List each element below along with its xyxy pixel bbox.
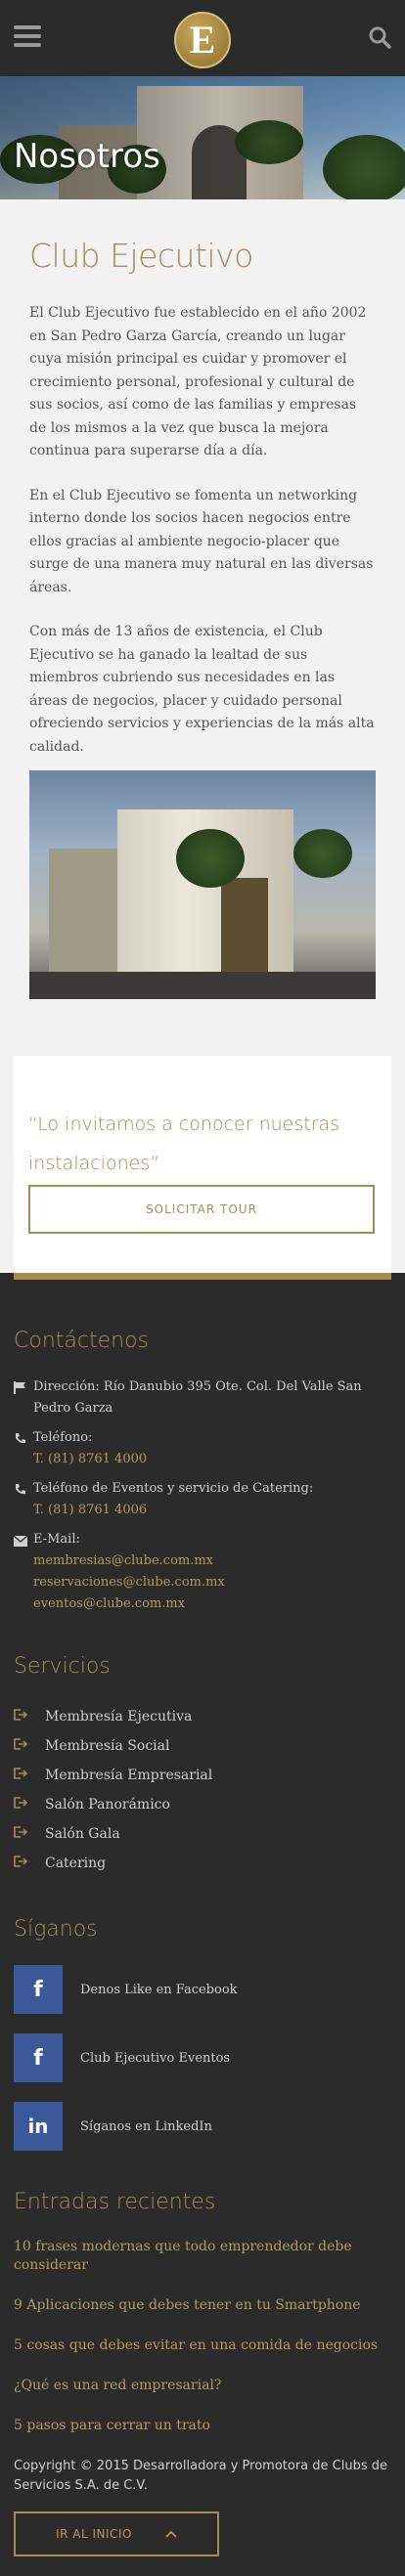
divider [14, 1273, 391, 1280]
service-label: Membresía Ejecutiva [45, 1709, 193, 1725]
envelope-icon [13, 1535, 28, 1547]
arrow-in-box-icon [14, 1768, 28, 1779]
arrow-in-box-icon [14, 1797, 28, 1809]
service-label: Membresía Empresarial [45, 1768, 213, 1783]
phone-row: Teléfono: T. (81) 8761 4000 [14, 1427, 391, 1470]
invite-quote: “Lo invitamos a conocer nuestras instala… [28, 1113, 340, 1174]
club-logo[interactable]: E [174, 12, 231, 68]
page-title: Nosotros [14, 137, 160, 176]
service-label: Membresía Social [45, 1738, 170, 1754]
about-paragraph: Con más de 13 años de existencia, el Clu… [29, 624, 375, 755]
chevron-up-icon [165, 2530, 177, 2538]
about-section: Club Ejecutivo El Club Ejecutivo fue est… [0, 199, 405, 1026]
service-item[interactable]: Salón Gala [14, 1819, 391, 1849]
back-to-top-button[interactable]: IR AL INICIO [14, 2511, 219, 2556]
facebook-icon: f [14, 1965, 63, 2014]
arrow-in-box-icon [14, 1738, 28, 1750]
social-linkedin[interactable]: in Síganos en LinkedIn [14, 2102, 391, 2151]
service-item[interactable]: Catering [14, 1849, 391, 1878]
logo-letter: E [189, 18, 216, 62]
social-facebook[interactable]: f Denos Like en Facebook [14, 1965, 391, 2014]
arrow-in-box-icon [14, 1856, 28, 1867]
about-paragraph: En el Club Ejecutivo se fomenta un netwo… [29, 487, 374, 595]
social-label: Denos Like en Facebook [80, 1982, 238, 1997]
linkedin-icon: in [14, 2102, 63, 2151]
events-phone-label: Teléfono de Eventos y servicio de Cateri… [33, 1481, 314, 1496]
about-heading: Club Ejecutivo [29, 237, 253, 275]
recent-post-link[interactable]: ¿Qué es una red empresarial? [14, 2377, 391, 2395]
contact-heading: Contáctenos [14, 1329, 149, 1353]
service-item[interactable]: Membresía Social [14, 1731, 391, 1761]
menu-icon[interactable] [14, 25, 41, 47]
email-row: E-Mail: membresias@clube.com.mx reservac… [13, 1529, 391, 1615]
service-label: Salón Panorámico [45, 1797, 170, 1812]
social-label: Síganos en LinkedIn [80, 2118, 212, 2134]
back-to-top-label: IR AL INICIO [56, 2527, 132, 2541]
club-building-photo [29, 770, 376, 999]
facebook-icon: f [14, 2033, 63, 2082]
service-label: Catering [45, 1856, 107, 1871]
social-label: Club Ejecutivo Eventos [80, 2050, 231, 2066]
hero-banner: Nosotros [0, 76, 405, 199]
recent-posts-heading: Entradas recientes [14, 2190, 216, 2214]
service-item[interactable]: Membresía Ejecutiva [14, 1702, 391, 1731]
email-link[interactable]: eventos@clube.com.mx [33, 1594, 225, 1615]
top-bar: E [0, 0, 405, 76]
follow-heading: Síganos [14, 1917, 98, 1942]
recent-post-link[interactable]: 5 cosas que debes evitar en una comida d… [14, 2336, 391, 2355]
recent-post-link[interactable]: 9 Aplicaciones que debes tener en tu Sma… [14, 2296, 391, 2315]
email-link[interactable]: membresias@clube.com.mx [33, 1550, 225, 1572]
arrow-in-box-icon [14, 1709, 28, 1721]
phone-link[interactable]: T. (81) 8761 4000 [33, 1452, 147, 1466]
address-text: Dirección: Río Danubio 395 Ote. Col. Del… [33, 1379, 362, 1416]
search-icon[interactable] [368, 25, 391, 49]
social-facebook-events[interactable]: f Club Ejecutivo Eventos [14, 2033, 391, 2082]
phone-label: Teléfono: [33, 1430, 93, 1445]
recent-post-link[interactable]: 5 pasos para cerrar un trato [14, 2417, 391, 2435]
services-list: Membresía Ejecutiva Membresía Social Mem… [14, 1702, 391, 1878]
copyright-text: Copyright © 2015 Desarrolladora y Promot… [14, 2459, 387, 2493]
flag-icon [14, 1381, 25, 1394]
request-tour-button[interactable]: SOLICITAR TOUR [28, 1185, 375, 1234]
invite-section: “Lo invitamos a conocer nuestras instala… [0, 1026, 405, 1273]
service-item[interactable]: Salón Panorámico [14, 1790, 391, 1819]
services-heading: Servicios [14, 1654, 111, 1679]
invite-card: “Lo invitamos a conocer nuestras instala… [14, 1056, 391, 1273]
email-label: E-Mail: [33, 1532, 80, 1547]
service-label: Salón Gala [45, 1826, 120, 1842]
footer: Contáctenos Dirección: Río Danubio 395 O… [0, 1280, 405, 2576]
events-phone-link[interactable]: T. (81) 8761 4006 [33, 1503, 147, 1517]
address-row: Dirección: Río Danubio 395 Ote. Col. Del… [14, 1376, 391, 1419]
recent-post-link[interactable]: 10 frases modernas que todo emprendedor … [14, 2238, 391, 2275]
service-item[interactable]: Membresía Empresarial [14, 1761, 391, 1790]
email-link[interactable]: reservaciones@clube.com.mx [33, 1572, 225, 1594]
phone-icon [16, 1484, 25, 1495]
arrow-in-box-icon [14, 1826, 28, 1838]
phone-icon [16, 1433, 25, 1444]
events-phone-row: Teléfono de Eventos y servicio de Cateri… [14, 1478, 391, 1521]
about-paragraph: El Club Ejecutivo fue establecido en el … [29, 305, 367, 458]
